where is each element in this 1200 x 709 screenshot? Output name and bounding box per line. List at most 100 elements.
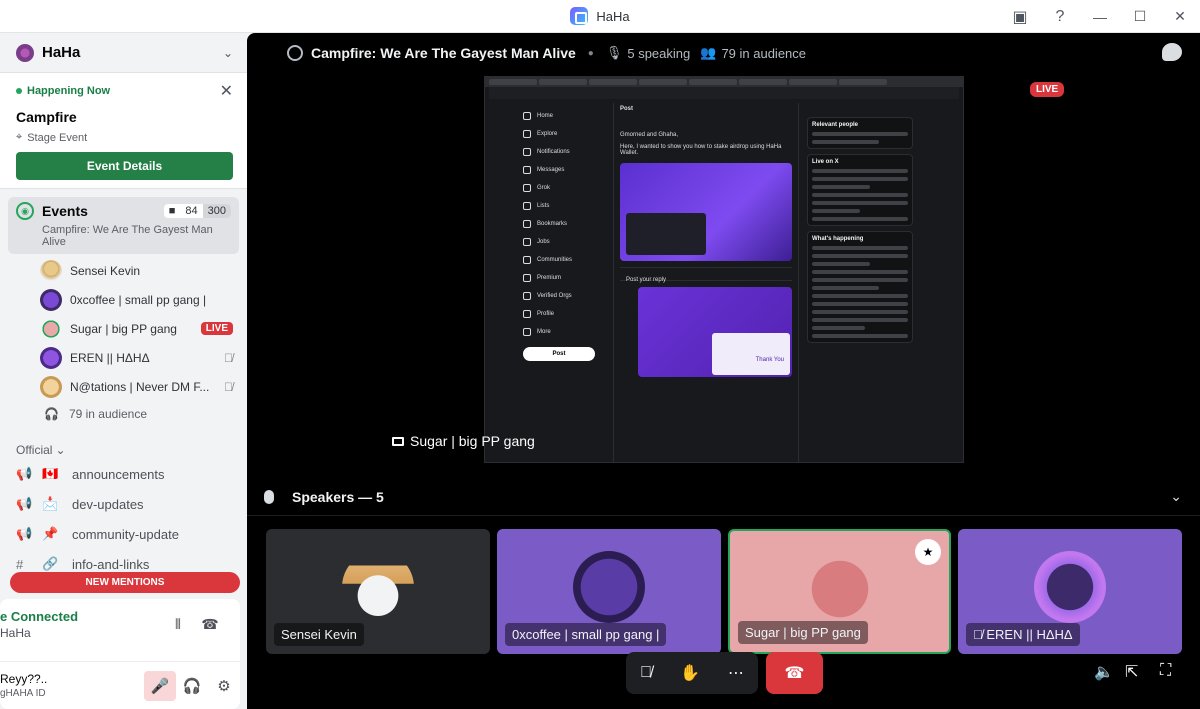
screen-share-video[interactable]: Home Explore Notifications Messages Grok… [484,76,964,463]
chevron-down-icon[interactable]: ⌄ [223,46,233,60]
speakers-header[interactable]: Speakers — 5 ⌄ [247,478,1200,516]
x-post-column: Post Gmorned and Ghaha, Here, I wanted t… [613,103,799,462]
stage-title: Campfire: We Are The Gayest Man Alive [311,45,576,61]
avatar [1034,551,1106,623]
audience-count[interactable]: 🎧 79 in audience [0,401,247,427]
new-mentions-button[interactable]: NEW MENTIONS [10,572,240,593]
live-notification-icon[interactable]: ▣ [1000,0,1040,33]
channel-dev-updates[interactable]: 📢 📩 dev-updates [0,489,247,519]
browser-url-bar [489,87,959,99]
reply-box: Post your reply [620,267,792,283]
volume-icon[interactable]: 🔈 [1094,662,1114,682]
mic-icon [264,489,274,504]
channel-emoji: 🇨🇦 [42,466,59,481]
close-icon[interactable]: ✕ [1160,0,1200,33]
channel-counts: ■ 84 300 [163,204,231,218]
avatar [342,551,414,623]
user-info[interactable]: Reyy??.. gHAHA ID [0,672,144,699]
stage-header: Campfire: We Are The Gayest Man Alive ● … [247,33,1200,73]
hash-icon: # [16,556,24,572]
minimize-icon[interactable]: — [1080,0,1120,33]
server-name: HaHa [42,44,81,61]
post-image [620,163,792,261]
channel-speaker-list: Sensei Kevin 0xcoffee | small pp gang | … [0,256,247,427]
settings-gear-icon[interactable]: ⚙ [208,671,240,701]
mic-muted-icon: 🎙̸ [973,627,987,642]
avatar [573,551,645,623]
stage-controls: 🎙̸ ✋ ⋯ [626,652,758,694]
channel-sidebar: HaHa ⌄ Happening Now ✕ Campfire ⌖ Stage … [0,33,247,709]
users-icon: 👥 [700,45,717,60]
username: Reyy??.. [0,672,48,686]
speaker-tile[interactable]: 🎙̸ EREN || HΔHΔ [958,529,1182,654]
moderator-star-icon: ★ [915,539,941,565]
video-count: 84 [185,205,198,217]
headphones-icon: 🎧 [44,407,59,421]
stage-channel-events[interactable]: ◉ Events ■ 84 300 Campfire: We Are The G… [8,197,239,254]
chat-bubble-icon[interactable] [1162,43,1182,61]
event-type: ⌖ Stage Event [16,131,88,144]
speaker-list-item[interactable]: Sensei Kevin [0,256,247,285]
close-icon[interactable]: ✕ [220,81,233,101]
category-official[interactable]: Official ⌄ [0,441,247,459]
fullscreen-icon[interactable]: ⛶ [1160,662,1171,680]
speaker-list-item[interactable]: 0xcoffee | small pp gang | [0,285,247,314]
screen-share-label: Sugar | big PP gang [392,433,535,449]
speaker-list-item[interactable]: N@tations | Never DM F... 🎙̸ [0,372,247,401]
speaker-tile[interactable]: Sensei Kevin [266,529,490,654]
stage-icon: ◉ [16,202,34,220]
deafen-button[interactable]: 🎧 [176,671,208,701]
channel-community-update[interactable]: 📢 📌 community-update [0,519,247,549]
text-channel-list: 📢 🇨🇦 announcements 📢 📩 dev-updates 📢 📌 c… [0,459,247,579]
speaker-name: 0xcoffee | small pp gang | [505,623,667,646]
happening-now-card: Happening Now ✕ Campfire ⌖ Stage Event E… [0,73,247,189]
channel-emoji: 🔗 [42,556,59,571]
channel-announcements[interactable]: 📢 🇨🇦 announcements [0,459,247,489]
megaphone-icon: 📢 [16,466,33,481]
server-header[interactable]: HaHa ⌄ [0,33,247,73]
live-dot-icon [16,88,22,94]
help-icon[interactable]: ? [1040,0,1080,33]
app-title-group: HaHa [570,7,630,25]
disconnect-icon[interactable]: ☎ [194,616,226,633]
live-badge: LIVE [200,322,233,335]
more-options-icon[interactable]: ⋯ [728,663,744,683]
raise-hand-icon[interactable]: ✋ [680,663,700,683]
mute-mic-button[interactable]: 🎤 [144,670,176,701]
avatar [40,259,62,282]
speakers-title: Speakers — 5 [292,488,384,505]
event-title: Campfire [16,109,77,125]
speaker-tile-active[interactable]: ★ Sugar | big PP gang [728,529,951,654]
window-controls: ▣ ? — ☐ ✕ [1000,0,1200,33]
pop-out-icon[interactable]: ⇱ [1125,662,1138,682]
speaker-list-item[interactable]: Sugar | big PP gang LIVE [0,314,247,343]
mic-muted-icon: 🎙̸ [224,379,233,394]
reply-image: Thank You [638,287,792,377]
chevron-down-icon[interactable]: ⌄ [1170,488,1182,505]
speaker-name: Sugar | big PP gang [738,621,868,644]
app-title: HaHa [596,8,630,24]
live-badge: LIVE [1030,82,1065,97]
x-nav-sidebar: Home Explore Notifications Messages Grok… [523,107,603,361]
stage-icon [287,45,303,61]
maximize-icon[interactable]: ☐ [1120,0,1160,33]
channel-subtitle: Campfire: We Are The Gayest Man Alive [42,224,213,248]
x-right-column: Relevant people Live on X What's happeni… [807,117,913,348]
mic-icon: 🎙 [605,45,623,60]
chevron-down-icon: ⌄ [55,443,66,457]
voice-status[interactable]: e Connected [0,609,162,624]
channel-emoji: 📩 [42,496,59,511]
event-details-button[interactable]: Event Details [16,152,233,180]
mic-muted-toggle-icon[interactable]: 🎙̸ [640,664,652,682]
audience-count: 👥 79 in audience [700,45,807,61]
haha-logo-icon [570,7,589,25]
speaker-tile[interactable]: 0xcoffee | small pp gang | [497,529,721,654]
noise-suppression-icon[interactable]: ⦀ [162,616,194,633]
leave-stage-button[interactable]: ☎ [766,652,823,694]
server-icon [16,43,34,62]
speaker-list-item[interactable]: EREN || HΔHΔ 🎙̸ [0,343,247,372]
window-titlebar: HaHa ▣ ? — ☐ ✕ [0,0,1200,33]
video-camera-icon: ■ [168,205,176,217]
voice-connection-panel: e Connected HaHa ⦀ ☎ Reyy??.. gHAHA ID 🎤… [0,599,240,709]
avatar [40,375,62,398]
